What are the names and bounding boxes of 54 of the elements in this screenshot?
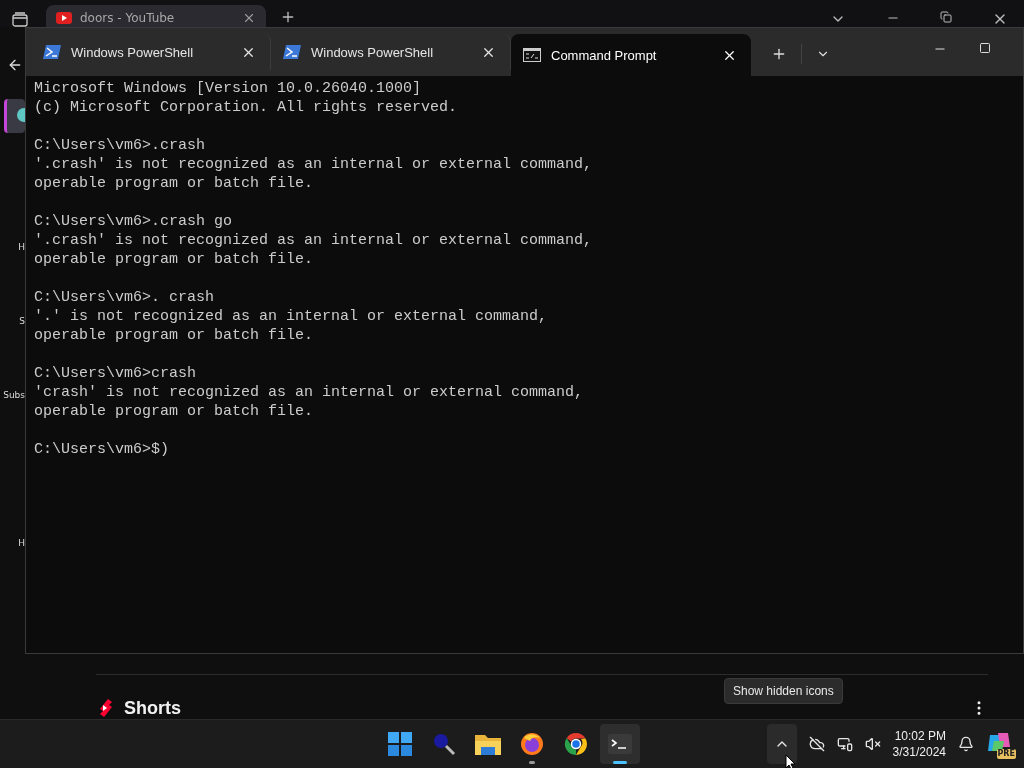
restore-icon[interactable]: [940, 11, 952, 23]
console-line: 'crash' is not recognized as an internal or external command,: [34, 383, 585, 402]
powershell-icon: [283, 45, 301, 59]
running-indicator: [613, 761, 627, 764]
terminal-tab[interactable]: Windows PowerShell: [271, 34, 511, 70]
command-prompt-icon: [523, 48, 541, 62]
avatar[interactable]: [4, 99, 25, 133]
firefox-icon[interactable]: [520, 732, 544, 756]
preview-badge: PRE: [996, 749, 1016, 759]
network-icon[interactable]: [836, 736, 853, 752]
windows-start-icon[interactable]: [388, 732, 412, 756]
console-line: (c) Microsoft Corporation. All rights reserved.: [34, 98, 459, 117]
powershell-icon: [43, 45, 61, 59]
browser-tab[interactable]: doors - YouTube: [46, 5, 266, 27]
folder-icon[interactable]: [475, 733, 501, 755]
sidebar-item[interactable]: Subs: [3, 390, 25, 401]
tooltip: Show hidden icons: [724, 678, 843, 704]
terminal-icon[interactable]: [608, 734, 632, 754]
notification-bell-icon[interactable]: [958, 736, 974, 752]
console-line: operable program or batch file.: [34, 402, 315, 421]
console-line: C:\Users\vm6>crash: [34, 364, 198, 383]
sidebar-item[interactable]: H: [18, 538, 25, 549]
console-line: '.crash' is not recognized as an internal or external command,: [34, 155, 594, 174]
maximize-icon[interactable]: [979, 42, 991, 54]
console-line: C:\Users\vm6>.crash: [34, 136, 207, 155]
sidebar-item[interactable]: H: [18, 242, 25, 253]
console-line: C:\Users\vm6>. crash: [34, 288, 216, 307]
running-indicator: [529, 761, 535, 764]
new-tab-icon[interactable]: [771, 46, 787, 62]
new-tab-icon[interactable]: [280, 9, 296, 25]
youtube-icon: [56, 12, 72, 24]
mouse-cursor-icon: [785, 754, 797, 768]
console-line: '.crash' is not recognized as an internal or external command,: [34, 231, 594, 250]
time: 10:02 PM: [894, 728, 946, 744]
console-line: operable program or batch file.: [34, 326, 315, 345]
volume-muted-icon[interactable]: [864, 736, 881, 752]
console-line: Microsoft Windows [Version 10.0.26040.1000]: [34, 79, 423, 98]
console-line: C:\Users\vm6>.crash go: [34, 212, 234, 231]
tab-title: doors - YouTube: [80, 10, 176, 26]
clock[interactable]: 10:02 PM 3/31/2024: [892, 728, 946, 760]
tab-switcher-icon[interactable]: [12, 11, 28, 27]
terminal-tab[interactable]: Command Prompt: [511, 34, 751, 76]
search-icon[interactable]: [432, 732, 456, 756]
chrome-icon[interactable]: [564, 732, 588, 756]
section-title: Shorts: [124, 697, 181, 719]
sidebar-item[interactable]: S: [19, 316, 25, 327]
console-line: C:\Users\vm6>$): [34, 440, 171, 459]
console-line: operable program or batch file.: [34, 250, 315, 269]
cloud-off-icon[interactable]: [808, 736, 825, 752]
date: 3/31/2024: [892, 744, 946, 760]
terminal-tab[interactable]: Windows PowerShell: [31, 34, 271, 70]
show-hidden-icons-button[interactable]: [766, 724, 797, 764]
console-line: '.' is not recognized as an internal or external command,: [34, 307, 549, 326]
console-line: operable program or batch file.: [34, 174, 315, 193]
